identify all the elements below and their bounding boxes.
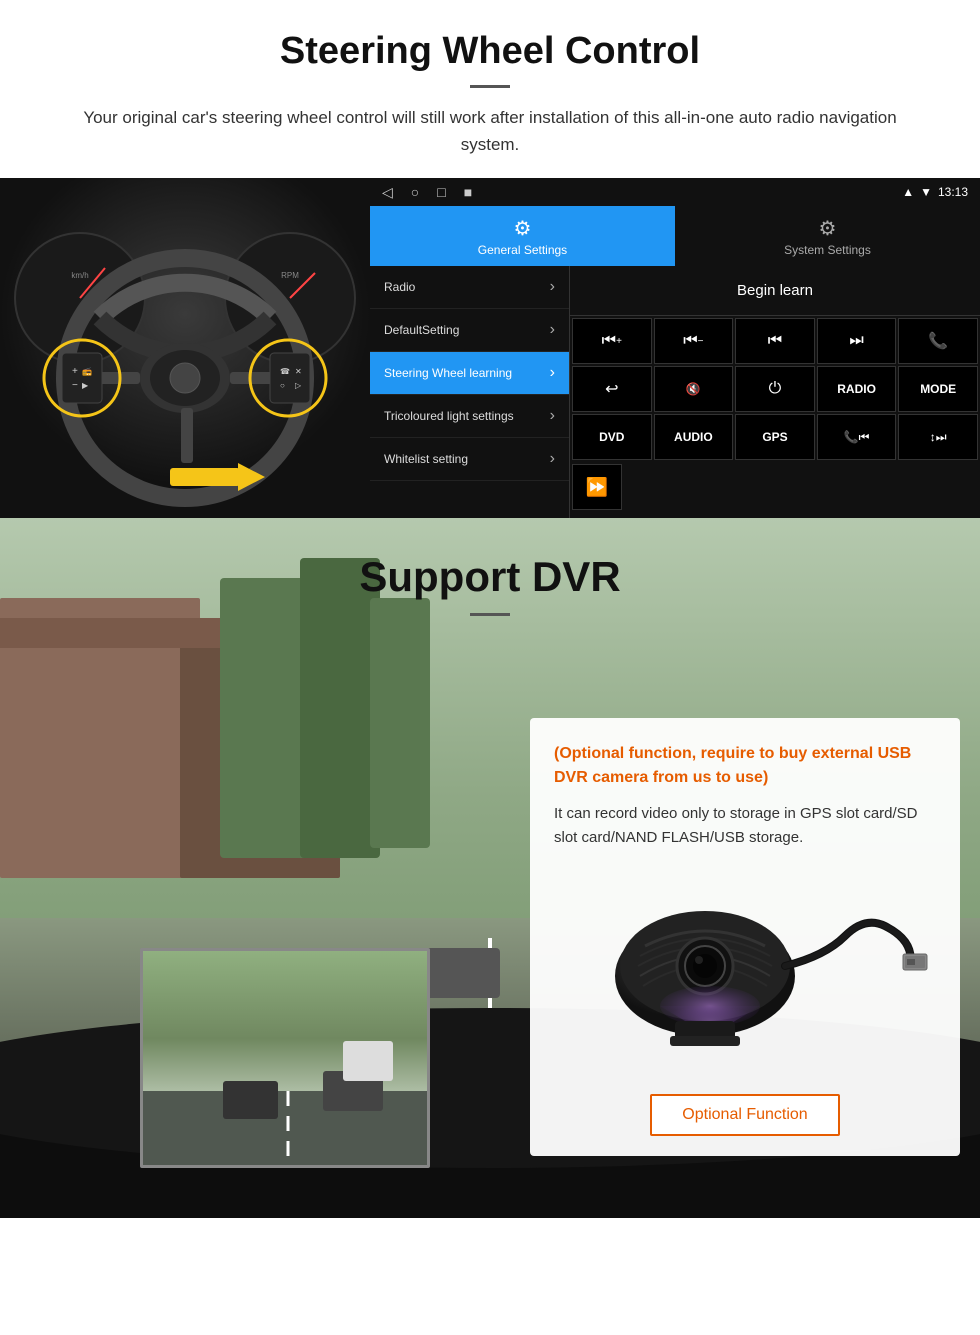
dvr-camera-product xyxy=(554,866,936,1071)
ctrl-audio[interactable]: AUDIO xyxy=(654,414,734,460)
dvr-camera-svg xyxy=(555,866,935,1066)
header-subtitle: Your original car's steering wheel contr… xyxy=(60,104,920,158)
chevron-icon: › xyxy=(550,407,555,425)
right-panel: Begin learn ⏮+ ⏮− ⏮ ⏭ 📞 ↩ 🔇 ⏻ RADIO MODE xyxy=(570,266,980,518)
ctrl-back[interactable]: ↩ xyxy=(572,366,652,412)
settings-tabs: ⚙ General Settings ⚙ System Settings xyxy=(370,206,980,266)
ctrl-next[interactable]: ⏭ xyxy=(817,318,897,364)
dvr-screenshot-inner xyxy=(143,951,427,1165)
nav-icons: ◁ ○ □ ■ xyxy=(382,184,472,201)
svg-text:−: − xyxy=(72,380,78,391)
optional-function-container: Optional Function xyxy=(554,1086,936,1136)
chevron-icon: › xyxy=(550,364,555,382)
ctrl-next-special[interactable]: ↕⏭ xyxy=(898,414,978,460)
optional-function-button[interactable]: Optional Function xyxy=(650,1094,839,1136)
ctrl-prev[interactable]: ⏮ xyxy=(735,318,815,364)
info-card-body: It can record video only to storage in G… xyxy=(554,802,936,850)
svg-text:km/h: km/h xyxy=(71,271,88,280)
begin-learn-button[interactable]: Begin learn xyxy=(737,282,813,299)
gear-icon: ⚙ xyxy=(514,216,532,241)
menu-icon[interactable]: ■ xyxy=(464,184,472,201)
dvr-title: Support DVR xyxy=(60,553,920,601)
system-icon: ⚙ xyxy=(819,216,837,241)
ctrl-dvd[interactable]: DVD xyxy=(572,414,652,460)
header-section: Steering Wheel Control Your original car… xyxy=(0,0,980,178)
status-bar-right: ▲ ▼ 13:13 xyxy=(902,185,968,199)
bottom-row: ⏩ xyxy=(570,462,980,512)
chevron-icon: › xyxy=(550,450,555,468)
svg-text:○: ○ xyxy=(280,381,285,390)
status-bar: ◁ ○ □ ■ ▲ ▼ 13:13 xyxy=(370,178,980,206)
svg-text:+: + xyxy=(72,366,78,377)
dvr-section: Support DVR xyxy=(0,518,980,1218)
dvr-divider xyxy=(470,613,510,616)
wifi-icon: ▼ xyxy=(920,185,932,199)
tab-general[interactable]: ⚙ General Settings xyxy=(370,206,675,266)
ctrl-radio[interactable]: RADIO xyxy=(817,366,897,412)
ctrl-phone-prev[interactable]: 📞⏮ xyxy=(817,414,897,460)
menu-item-steering[interactable]: Steering Wheel learning › xyxy=(370,352,569,395)
ctrl-vol-up[interactable]: ⏮+ xyxy=(572,318,652,364)
menu-item-whitelist[interactable]: Whitelist setting › xyxy=(370,438,569,481)
steering-wheel-svg: km/h RPM + xyxy=(0,178,370,518)
recents-icon[interactable]: □ xyxy=(437,184,445,201)
svg-text:▷: ▷ xyxy=(295,381,302,390)
back-icon[interactable]: ◁ xyxy=(382,184,393,201)
menu-item-radio[interactable]: Radio › xyxy=(370,266,569,309)
ctrl-special-bottom[interactable]: ⏩ xyxy=(572,464,622,510)
dvr-screenshot-svg xyxy=(143,951,430,1168)
menu-item-default[interactable]: DefaultSetting › xyxy=(370,309,569,352)
ctrl-mute[interactable]: 🔇 xyxy=(654,366,734,412)
tab-general-label: General Settings xyxy=(478,243,567,257)
info-card: (Optional function, require to buy exter… xyxy=(530,718,960,1156)
ctrl-vol-down[interactable]: ⏮− xyxy=(654,318,734,364)
main-content: Radio › DefaultSetting › Steering Wheel … xyxy=(370,266,980,518)
android-ui: ◁ ○ □ ■ ▲ ▼ 13:13 ⚙ General Settings ⚙ S… xyxy=(370,178,980,518)
steering-section: km/h RPM + xyxy=(0,178,980,518)
signal-icon: ▲ xyxy=(902,185,914,199)
info-card-orange-text: (Optional function, require to buy exter… xyxy=(554,742,936,790)
svg-text:▶: ▶ xyxy=(82,381,89,390)
left-menu: Radio › DefaultSetting › Steering Wheel … xyxy=(370,266,570,518)
dvr-screenshot xyxy=(140,948,430,1168)
svg-text:RPM: RPM xyxy=(281,271,299,280)
ctrl-phone[interactable]: 📞 xyxy=(898,318,978,364)
chevron-icon: › xyxy=(550,321,555,339)
time-display: 13:13 xyxy=(938,185,968,199)
chevron-icon: › xyxy=(550,278,555,296)
menu-item-tricolour[interactable]: Tricoloured light settings › xyxy=(370,395,569,438)
title-divider xyxy=(470,85,510,88)
dvr-header: Support DVR xyxy=(0,518,980,636)
control-grid-row1: ⏮+ ⏮− ⏮ ⏭ 📞 ↩ 🔇 ⏻ RADIO MODE DVD AUDIO G… xyxy=(570,316,980,462)
home-icon[interactable]: ○ xyxy=(411,184,419,201)
tab-system[interactable]: ⚙ System Settings xyxy=(675,206,980,266)
svg-text:☎: ☎ xyxy=(280,367,290,376)
steering-wheel-image: km/h RPM + xyxy=(0,178,370,518)
ctrl-gps[interactable]: GPS xyxy=(735,414,815,460)
tab-system-label: System Settings xyxy=(784,243,871,257)
begin-learn-row: Begin learn xyxy=(570,266,980,316)
svg-text:✕: ✕ xyxy=(295,367,302,376)
svg-text:📻: 📻 xyxy=(82,367,92,376)
ctrl-mode[interactable]: MODE xyxy=(898,366,978,412)
ctrl-power[interactable]: ⏻ xyxy=(735,366,815,412)
page-title: Steering Wheel Control xyxy=(60,30,920,73)
